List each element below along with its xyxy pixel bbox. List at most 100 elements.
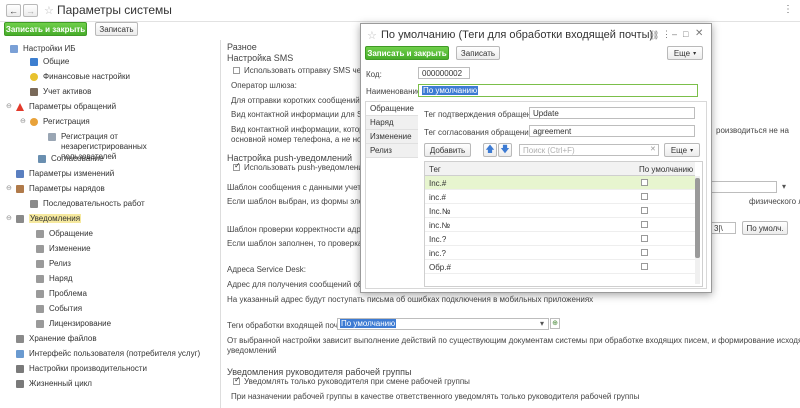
default-checkbox[interactable]	[641, 249, 648, 256]
default-checkbox[interactable]	[641, 263, 648, 270]
table-row[interactable]: Inc.№	[425, 204, 695, 218]
dialog-close-icon[interactable]: ✕	[695, 28, 703, 39]
move-down-button[interactable]: 🡇	[498, 143, 512, 157]
table-row[interactable]: inc.#	[425, 190, 695, 204]
addr-check-label: Шаблон проверки корректности адреса	[227, 225, 374, 234]
table-row[interactable]: Обр.#	[425, 260, 695, 274]
tree-item-notif-change[interactable]: Изменение	[36, 244, 91, 253]
tree-item-notif-workorder[interactable]: Наряд	[36, 274, 73, 283]
dropdown-icon[interactable]: ▾	[782, 182, 786, 191]
tree-item-notif-events[interactable]: События	[36, 304, 82, 313]
open-link-icon[interactable]: ⊕	[550, 318, 560, 329]
collapse-icon[interactable]: ⊖	[6, 184, 12, 192]
dialog-more-icon[interactable]: ⋮	[662, 29, 671, 40]
tab-workorder[interactable]: Наряд	[366, 116, 418, 130]
confirm-tag-label: Тег подтверждения обращения:	[424, 110, 543, 119]
tree-item-notif-problem[interactable]: Проблема	[36, 289, 87, 298]
dialog-more-button[interactable]: Еще ▾	[667, 46, 703, 60]
incoming-tags-dropdown-icon[interactable]: ▾	[540, 319, 544, 328]
tab-change[interactable]: Изменение	[366, 130, 418, 144]
service-desk-label: Адреса Service Desk:	[227, 265, 306, 274]
bell-icon	[36, 304, 44, 313]
incoming-tags-hint-line1: От выбранной настройки зависит выполнени…	[227, 336, 800, 345]
contact-hint-line1: Вид контактной информации, который	[231, 125, 374, 134]
tree-item-sequence[interactable]: Последовательность работ	[30, 199, 145, 208]
table-scrollbar[interactable]	[695, 176, 700, 284]
dialog-minimize-icon[interactable]: –	[672, 29, 677, 39]
tree-item-registration[interactable]: ⊖ Регистрация	[20, 117, 90, 126]
tree-item-notifications[interactable]: ⊖ Уведомления	[6, 214, 82, 223]
tree-item-file-storage[interactable]: Хранение файлов	[16, 334, 97, 343]
user-icon	[48, 133, 56, 141]
back-button[interactable]: ←	[6, 4, 21, 17]
table-row[interactable]: inc.№	[425, 218, 695, 232]
dialog-save-button[interactable]: Записать	[456, 46, 500, 60]
tree-item-infobase[interactable]: Настройки ИБ	[10, 44, 75, 53]
code-field[interactable]: 000000002	[418, 67, 470, 79]
table-row[interactable]: Inc.#	[425, 176, 695, 190]
lifecycle-icon	[16, 379, 24, 388]
approve-tag-field[interactable]: agreement	[529, 125, 695, 137]
misc-section-title: Разное	[227, 42, 257, 52]
search-input[interactable]: Поиск (Ctrl+F)	[519, 144, 659, 156]
collapse-icon[interactable]: ⊖	[6, 102, 12, 110]
default-checkbox[interactable]	[641, 193, 648, 200]
add-button[interactable]: Добавить	[424, 143, 471, 157]
tree-item-lifecycle[interactable]: Жизненный цикл	[16, 379, 92, 388]
addr-check-default-button[interactable]: По умолч.	[742, 221, 788, 235]
bell-icon	[36, 259, 44, 268]
forward-button[interactable]: →	[23, 4, 38, 17]
dialog-star-icon[interactable]: ☆	[367, 29, 377, 42]
addr-check-field[interactable]: 3|\	[710, 222, 736, 234]
default-checkbox[interactable]	[641, 221, 648, 228]
tree-item-notif-request[interactable]: Обращение	[36, 229, 93, 238]
tree-item-approval[interactable]: Согласование	[38, 154, 104, 163]
confirm-tag-field[interactable]: Update	[529, 107, 695, 119]
save-button[interactable]: Записать	[95, 22, 138, 36]
dialog-link-icon[interactable]: ⛓	[648, 30, 659, 41]
tree-item-assets[interactable]: Учет активов	[30, 87, 91, 96]
default-checkbox[interactable]	[641, 235, 648, 242]
gateway-label: Оператор шлюза:	[231, 81, 297, 90]
favorite-star-icon[interactable]: ☆	[44, 4, 54, 17]
sms-checkbox[interactable]	[233, 67, 240, 74]
more-icon[interactable]: ⋮	[783, 4, 793, 15]
tree-item-requests[interactable]: ⊖ Параметры обращений	[6, 102, 116, 111]
dialog-tab-panel: Обращение Наряд Изменение Релиз Тег подт…	[365, 101, 707, 289]
tree-item-changes[interactable]: Параметры изменений	[16, 169, 114, 178]
changes-icon	[16, 169, 24, 178]
bell-icon	[36, 229, 44, 238]
save-close-button[interactable]: Записать и закрыть	[4, 22, 87, 36]
default-checkbox[interactable]	[641, 207, 648, 214]
table-row[interactable]: inc.?	[425, 246, 695, 260]
incoming-tags-field[interactable]: По умолчанию	[337, 318, 549, 330]
sms-section-title: Настройка SMS	[227, 53, 294, 63]
name-field[interactable]: По умолчанию	[418, 84, 698, 97]
tree-item-user-interface[interactable]: Интерфейс пользователя (потребителя услу…	[16, 349, 200, 358]
collapse-icon[interactable]: ⊖	[6, 214, 12, 222]
dialog-maximize-icon[interactable]: □	[683, 29, 688, 39]
tab-release[interactable]: Релиз	[366, 144, 418, 158]
push-template-field-end[interactable]	[707, 181, 777, 193]
managers-checkbox[interactable]	[233, 375, 241, 385]
registration-icon	[30, 117, 38, 126]
tree-item-performance[interactable]: Настройки производительности	[16, 364, 147, 373]
scrollbar-thumb[interactable]	[695, 178, 700, 258]
tree-item-notif-licensing[interactable]: Лицензирование	[36, 319, 111, 328]
window-title: Параметры системы	[57, 3, 172, 17]
errors-addr-hint: На указанный адрес будут поступать письм…	[227, 295, 594, 304]
table-row[interactable]: Inc.?	[425, 232, 695, 246]
tree-item-finance[interactable]: Финансовые настройки	[30, 72, 130, 81]
dialog-save-close-button[interactable]: Записать и закрыть	[365, 46, 449, 60]
tree-item-notif-release[interactable]: Релиз	[36, 259, 71, 268]
search-clear-icon[interactable]: ✕	[650, 145, 656, 153]
default-checkbox[interactable]	[641, 179, 648, 186]
table-more-button[interactable]: Еще ▾	[664, 143, 700, 157]
move-up-button[interactable]: 🡅	[483, 143, 497, 157]
tree-item-workorders[interactable]: ⊖ Параметры нарядов	[6, 184, 105, 193]
tab-request[interactable]: Обращение	[366, 102, 418, 116]
collapse-icon[interactable]: ⊖	[20, 117, 26, 125]
push-checkbox[interactable]	[233, 161, 241, 171]
managers-checkbox-label: Уведомлять только руководителя при смене…	[244, 377, 470, 386]
tree-item-general[interactable]: Общие	[30, 57, 69, 66]
